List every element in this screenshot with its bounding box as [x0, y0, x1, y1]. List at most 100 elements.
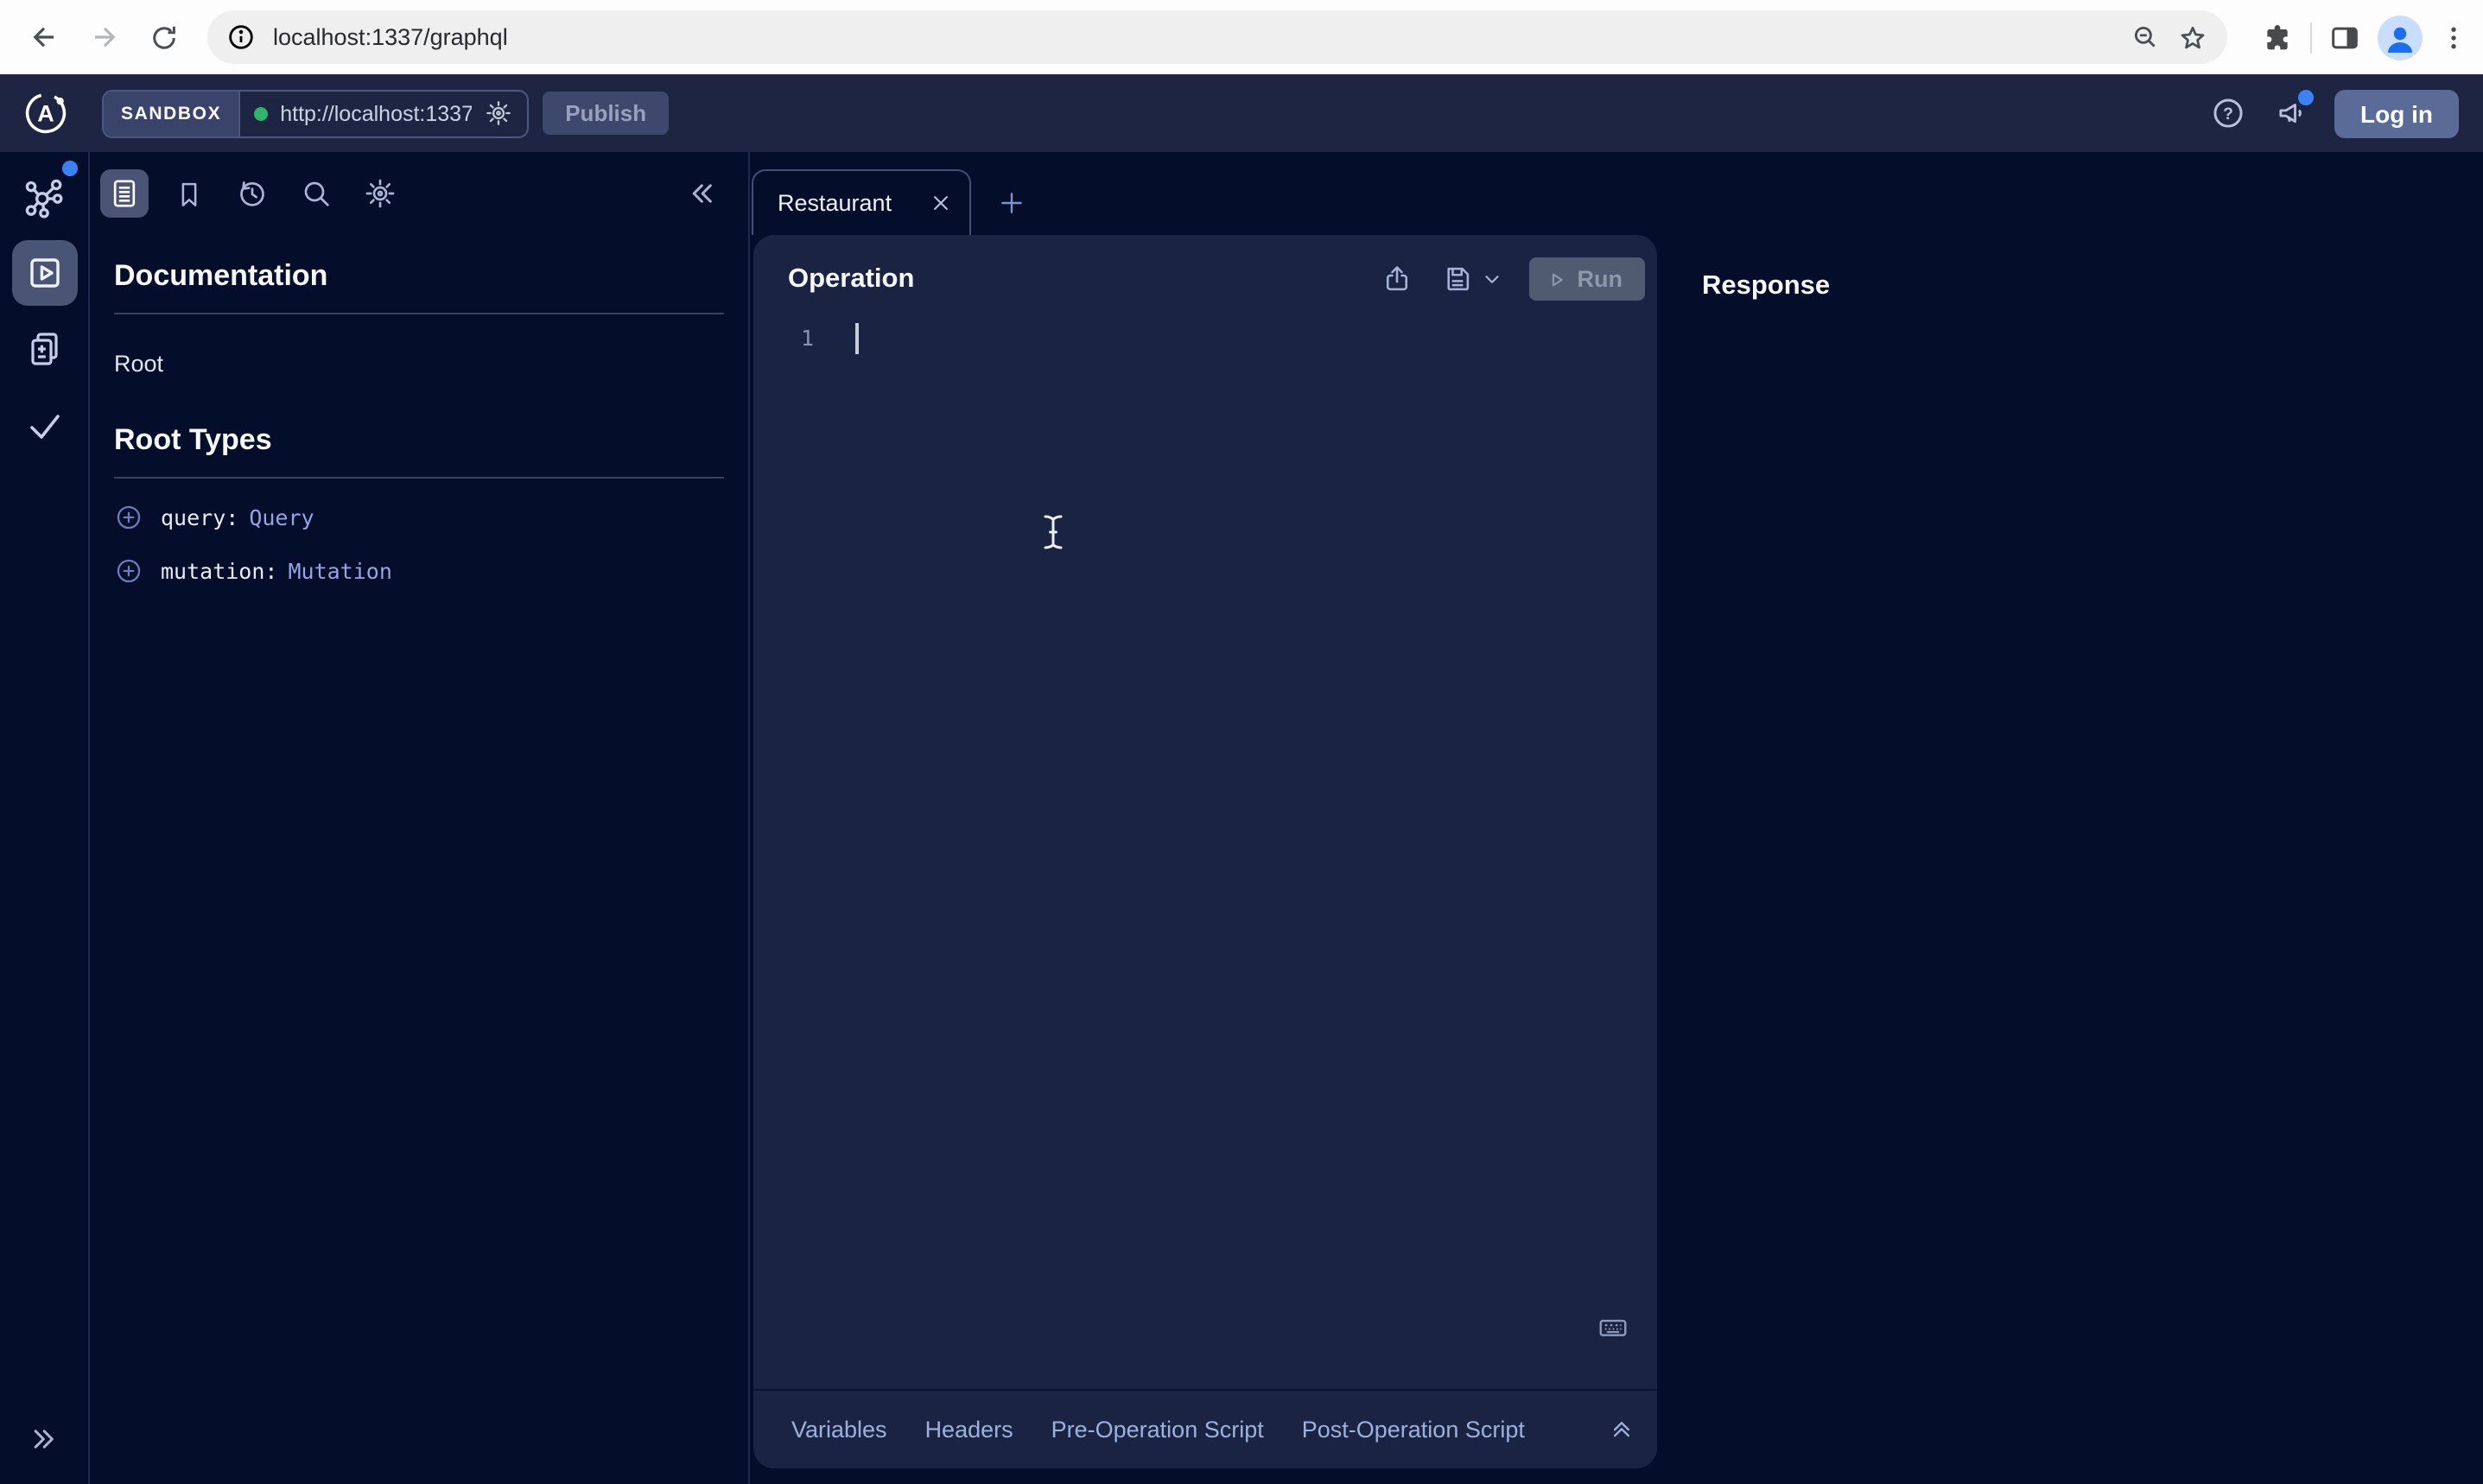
- run-button[interactable]: Run: [1529, 257, 1646, 301]
- browser-address-bar[interactable]: localhost:1337/graphql: [207, 10, 2227, 64]
- docs-title: Documentation: [114, 259, 724, 294]
- add-circle-icon[interactable]: [114, 503, 143, 532]
- operation-title: Operation: [788, 263, 914, 295]
- settings-gear-icon: [363, 176, 397, 211]
- sidebar-item-explorer[interactable]: [11, 240, 77, 306]
- operation-header: Operation Run: [753, 235, 1657, 311]
- document-icon: [107, 176, 142, 211]
- response-title: Response: [1702, 271, 1830, 301]
- endpoint-field[interactable]: http://localhost:1337/gra...: [240, 91, 527, 136]
- double-chevron-left-icon: [686, 176, 721, 211]
- logo-letter: A: [36, 101, 53, 127]
- apollo-logo[interactable]: A: [0, 90, 90, 136]
- editor-line-number: 1: [753, 321, 829, 1389]
- app-body: Documentation Root Root Types query:Quer…: [0, 152, 2483, 1484]
- close-tab-icon[interactable]: [928, 190, 954, 216]
- operation-panel: Operation Run: [753, 235, 1657, 1468]
- operation-tab-strip: Restaurant: [750, 152, 2483, 235]
- keyboard-shortcuts-icon[interactable]: [1597, 1311, 1629, 1344]
- sidebar-item-changelog[interactable]: [11, 316, 77, 382]
- endpoint-settings-gear-icon[interactable]: [484, 98, 513, 128]
- side-panel-icon[interactable]: [2327, 20, 2362, 54]
- screen: localhost:1337/graphql A SANDBOX http://…: [0, 0, 2483, 1484]
- docs-content: Documentation Root Root Types query:Quer…: [90, 235, 748, 586]
- extensions-icon[interactable]: [2260, 20, 2295, 54]
- root-type-row-query[interactable]: query: Query: [114, 503, 724, 532]
- explorer-play-icon: [23, 252, 65, 294]
- browser-menu-kebab-icon[interactable]: [2438, 22, 2469, 53]
- divider: [114, 313, 724, 314]
- tab-post-operation-script[interactable]: Post-Operation Script: [1302, 1417, 1525, 1443]
- work-area: Restaurant Operation: [750, 152, 2483, 1484]
- tab-search[interactable]: [292, 169, 340, 218]
- response-panel: Response: [1657, 235, 2483, 1468]
- play-icon: [1545, 267, 1569, 291]
- help-glyph: ?: [2222, 105, 2232, 124]
- double-chevron-up-icon: [1607, 1415, 1636, 1444]
- tab-history[interactable]: [228, 169, 276, 218]
- tab-settings[interactable]: [356, 169, 404, 218]
- save-operation-icon[interactable]: [1441, 263, 1474, 295]
- editor-caret: [855, 323, 859, 354]
- zoom-out-icon[interactable]: [2120, 13, 2169, 61]
- publish-button[interactable]: Publish: [543, 92, 669, 135]
- bookmark-icon: [172, 177, 205, 210]
- tab-bookmarks[interactable]: [164, 169, 213, 218]
- new-tab-button[interactable]: [978, 169, 1044, 235]
- browser-back-button[interactable]: [17, 11, 69, 63]
- field-type-link[interactable]: Mutation: [288, 558, 391, 584]
- search-icon: [299, 176, 333, 211]
- url-text[interactable]: localhost:1337/graphql: [273, 24, 2120, 50]
- root-type-row-mutation[interactable]: mutation: Mutation: [114, 556, 724, 586]
- graph-schema-icon: [22, 175, 66, 219]
- help-icon[interactable]: ?: [2207, 92, 2248, 134]
- save-group: [1441, 263, 1503, 295]
- schema-notification-dot: [61, 161, 77, 176]
- plus-icon: [996, 187, 1026, 217]
- add-circle-icon[interactable]: [114, 556, 143, 586]
- back-arrow-icon: [27, 21, 60, 54]
- tab-label[interactable]: Restaurant: [778, 190, 928, 216]
- site-info-icon[interactable]: [226, 22, 256, 52]
- app-header: A SANDBOX http://localhost:1337/gra... P…: [0, 74, 2483, 152]
- browser-actions: [2245, 15, 2469, 60]
- operation-actions: Run: [1381, 257, 1646, 301]
- field-type-link[interactable]: Query: [249, 504, 314, 530]
- operation-footer: Variables Headers Pre-Operation Script P…: [753, 1389, 1657, 1468]
- profile-avatar[interactable]: [2378, 15, 2423, 60]
- sidebar-item-checks[interactable]: [11, 392, 77, 458]
- browser-reload-button[interactable]: [138, 11, 190, 63]
- toolbar-divider: [2310, 22, 2312, 53]
- share-operation-icon[interactable]: [1381, 263, 1413, 295]
- sidebar-expand-button[interactable]: [27, 1422, 61, 1456]
- field-name: query:: [161, 504, 238, 530]
- forward-arrow-icon: [87, 21, 120, 54]
- endpoint-url[interactable]: http://localhost:1337/gra...: [280, 101, 472, 125]
- chevron-down-icon[interactable]: [1481, 268, 1503, 290]
- docs-toolbar: [90, 152, 748, 235]
- expand-footer-button[interactable]: [1607, 1415, 1636, 1444]
- tab-headers[interactable]: Headers: [925, 1417, 1013, 1443]
- docs-root-item[interactable]: Root: [114, 351, 724, 377]
- sidebar-item-schema[interactable]: [11, 164, 77, 230]
- announcements-megaphone-icon[interactable]: [2270, 92, 2312, 134]
- login-button[interactable]: Log in: [2334, 89, 2459, 137]
- tab-variables[interactable]: Variables: [791, 1417, 887, 1443]
- connection-status-dot: [254, 106, 268, 120]
- documentation-panel: Documentation Root Root Types query:Quer…: [90, 152, 750, 1484]
- collapse-docs-button[interactable]: [686, 176, 721, 211]
- history-clock-icon: [235, 176, 270, 211]
- tab-documentation[interactable]: [100, 169, 149, 218]
- bookmark-star-icon[interactable]: [2169, 13, 2217, 61]
- run-label: Run: [1578, 266, 1623, 292]
- sandbox-badge: SANDBOX: [104, 91, 240, 136]
- field-name: mutation:: [161, 558, 277, 584]
- operation-editor[interactable]: 1: [753, 311, 1657, 1389]
- tab-restaurant[interactable]: Restaurant: [752, 169, 971, 235]
- tab-pre-operation-script[interactable]: Pre-Operation Script: [1051, 1417, 1264, 1443]
- diff-documents-icon: [23, 328, 65, 370]
- checkmark-icon: [23, 404, 65, 446]
- left-sidebar: [0, 152, 90, 1484]
- browser-toolbar: localhost:1337/graphql: [0, 0, 2483, 74]
- browser-forward-button[interactable]: [78, 11, 130, 63]
